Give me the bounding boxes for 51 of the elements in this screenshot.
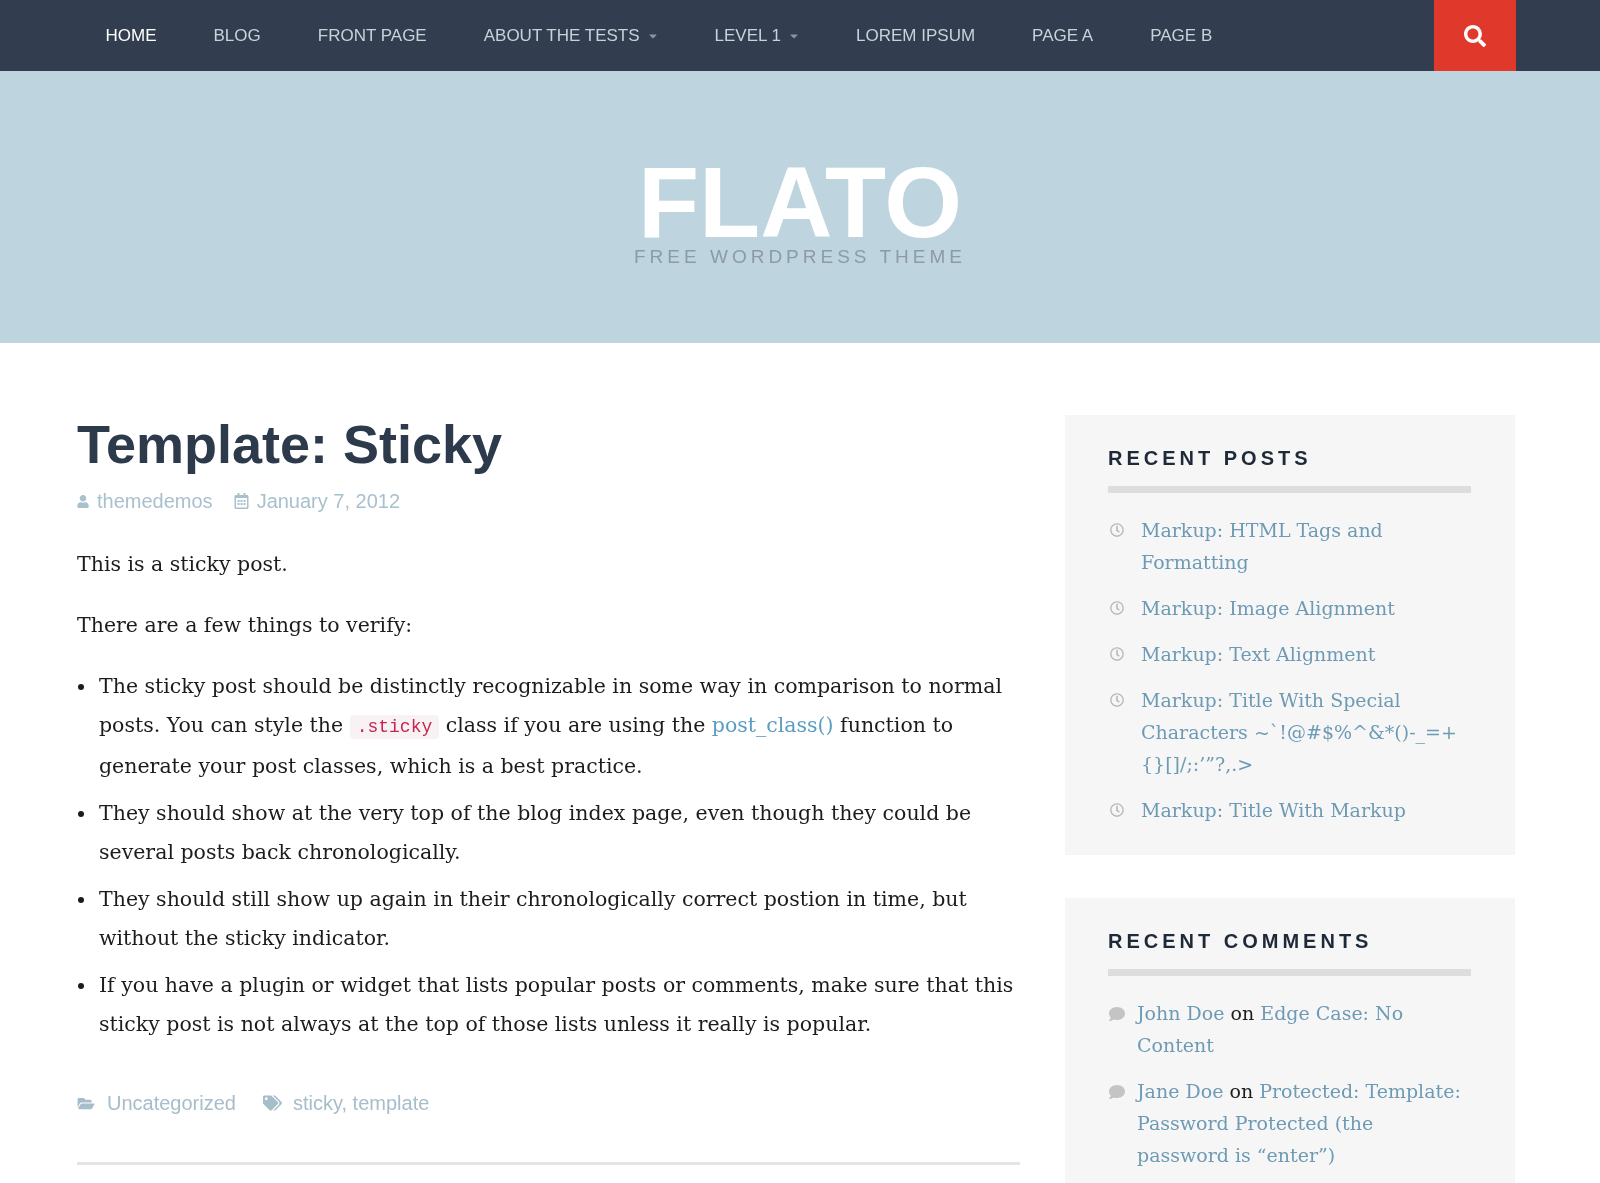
author-link[interactable]: themedemos [97,489,213,514]
clock-icon [1110,693,1124,707]
calendar-icon [233,493,249,510]
nav-link[interactable]: PAGE B [1121,0,1241,71]
nav-link[interactable]: LEVEL 1 [686,0,828,71]
search-button[interactable] [1434,0,1516,71]
site-tagline: FREE WORDPRESS THEME [634,247,966,266]
clock-icon [1110,803,1124,817]
comment-author-link[interactable]: John Doe [1137,1002,1225,1024]
tags-link[interactable]: sticky, template [292,1091,430,1116]
inline-code: .sticky [349,715,440,740]
clock-icon [1110,523,1124,537]
folder-icon [77,1095,95,1111]
recent-post-link[interactable]: Markup: HTML Tags and Formatting [1141,514,1471,578]
bullet-icon [78,811,84,818]
post-title: Template: Sticky [77,413,504,476]
nav-link[interactable]: LOREM IPSUM [827,0,1004,71]
widget-title: RECENT COMMENTS [1108,929,1374,953]
list-item-text: If you have a plugin or widget that lists popular posts or comments, make sure that this sticky post is not always at the top of those lists unless it really is popular. [99,972,1015,1039]
paragraph: This is a sticky post. [77,551,289,579]
list-item-text: The sticky post should be distinctly recognizable in some way in comparison to normal posts. You can style the .sticky class if you are using the post_class() function to generate your post classes, which is a best practice. [99,673,1003,781]
user-icon [77,494,89,508]
clock-icon [1110,601,1124,615]
comment-icon [1108,1006,1126,1022]
bullet-icon [78,684,84,691]
comment-text: John Doe on Edge Case: No Content [1137,1001,1405,1058]
search-icon [1464,24,1486,47]
comment-author-link[interactable]: Jane Doe [1137,1080,1224,1102]
recent-post-link[interactable]: Markup: Title With Markup [1141,794,1406,826]
nav-link[interactable]: FRONT PAGE [289,0,456,71]
recent-post-link[interactable]: Markup: Image Alignment [1141,592,1395,624]
list-item-text: They should still show up again in their chronologically correct postion in time, but without the sticky indicator. [99,886,968,953]
recent-post-link[interactable]: Markup: Text Alignment [1141,638,1376,670]
tags-icon [262,1095,282,1112]
category-link[interactable]: Uncategorized [107,1091,236,1116]
nav-link[interactable]: PAGE A [1003,0,1122,71]
bullet-icon [78,897,84,904]
comment-text: Jane Doe on Protected: Template: Password Protected (the password is “enter”) [1137,1079,1462,1168]
post-date-link[interactable]: January 7, 2012 [256,489,401,514]
text-link[interactable]: post_class() [711,713,834,738]
nav-link[interactable]: ABOUT THE TESTS [455,0,687,71]
nav-link[interactable]: HOME [77,0,185,71]
widget-title: RECENT POSTS [1108,446,1313,470]
clock-icon [1110,647,1124,661]
bullet-icon [78,983,84,990]
comment-icon [1108,1084,1126,1100]
site-title[interactable]: FLATO [638,162,962,242]
nav-link[interactable]: BLOG [185,0,290,71]
recent-post-link[interactable]: Markup: Title With Special Characters ~`!@#$%^&*()-_=+{}[]/;:’”?,.> [1141,684,1471,780]
list-item-text: They should show at the very top of the blog index page, even though they could be several posts back chronologically. [99,800,973,867]
paragraph: There are a few things to verify: [77,612,414,640]
